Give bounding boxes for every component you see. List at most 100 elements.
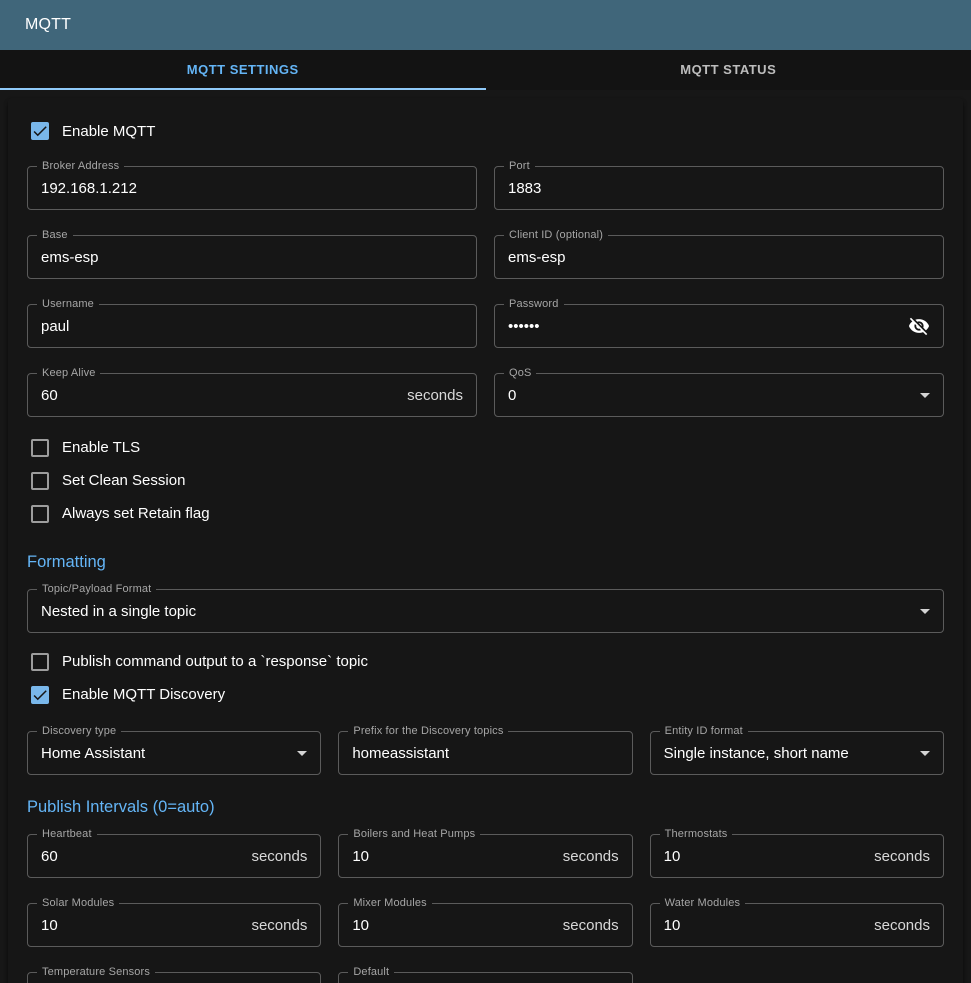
enable-mqtt-row[interactable]: Enable MQTT <box>27 116 944 146</box>
checkmark-icon <box>31 122 49 140</box>
clean-session-label: Set Clean Session <box>62 472 185 489</box>
broker-address-label: Broker Address <box>37 160 124 173</box>
water-label: Water Modules <box>660 897 746 910</box>
tab-mqtt-settings[interactable]: MQTT SETTINGS <box>0 50 486 90</box>
formatting-heading: Formatting <box>27 553 944 572</box>
username-input[interactable] <box>41 318 463 335</box>
heartbeat-unit: seconds <box>251 848 307 865</box>
username-field: Username <box>27 304 477 348</box>
dropdown-caret-icon <box>297 751 307 756</box>
base-label: Base <box>37 229 73 242</box>
heartbeat-label: Heartbeat <box>37 828 97 841</box>
keep-alive-unit: seconds <box>407 387 463 404</box>
boilers-unit: seconds <box>563 848 619 865</box>
keep-alive-label: Keep Alive <box>37 367 100 380</box>
keep-alive-input[interactable] <box>41 387 397 404</box>
enable-discovery-row[interactable]: Enable MQTT Discovery <box>27 678 944 711</box>
checkmark-icon <box>31 686 49 704</box>
mixer-input[interactable] <box>352 917 552 934</box>
keep-alive-field: Keep Alive seconds <box>27 373 477 417</box>
discovery-prefix-label: Prefix for the Discovery topics <box>348 725 508 738</box>
thermostats-field: Thermostats seconds <box>650 834 944 878</box>
boilers-label: Boilers and Heat Pumps <box>348 828 480 841</box>
clean-session-checkbox[interactable] <box>31 472 49 490</box>
tab-mqtt-settings-label: MQTT SETTINGS <box>187 62 299 77</box>
tab-mqtt-status-label: MQTT STATUS <box>680 62 776 77</box>
water-field: Water Modules seconds <box>650 903 944 947</box>
enable-tls-row[interactable]: Enable TLS <box>27 431 944 464</box>
thermostats-input[interactable] <box>664 848 864 865</box>
thermostats-label: Thermostats <box>660 828 733 841</box>
password-input[interactable] <box>508 318 900 335</box>
retain-flag-checkbox[interactable] <box>31 505 49 523</box>
page-title: MQTT <box>25 16 71 34</box>
client-id-input[interactable] <box>508 249 930 266</box>
password-field: Password <box>494 304 944 348</box>
mixer-unit: seconds <box>563 917 619 934</box>
base-field: Base <box>27 235 477 279</box>
mqtt-settings-panel: Enable MQTT Broker Address Port Base Cli… <box>8 98 963 983</box>
entity-format-label: Entity ID format <box>660 725 748 738</box>
qos-select[interactable]: QoS 0 <box>494 373 944 417</box>
grid-spacer <box>650 972 944 983</box>
clean-session-row[interactable]: Set Clean Session <box>27 464 944 497</box>
enable-discovery-label: Enable MQTT Discovery <box>62 686 225 703</box>
discovery-type-label: Discovery type <box>37 725 121 738</box>
discovery-prefix-input[interactable] <box>352 745 618 762</box>
broker-address-input[interactable] <box>41 180 463 197</box>
dropdown-caret-icon <box>920 751 930 756</box>
water-unit: seconds <box>874 917 930 934</box>
enable-mqtt-checkbox[interactable] <box>31 122 49 140</box>
appbar: MQTT <box>0 0 971 50</box>
topic-format-select[interactable]: Topic/Payload Format Nested in a single … <box>27 589 944 633</box>
boilers-input[interactable] <box>352 848 552 865</box>
enable-tls-checkbox[interactable] <box>31 439 49 457</box>
client-id-label: Client ID (optional) <box>504 229 608 242</box>
port-label: Port <box>504 160 535 173</box>
default-interval-field: Default seconds <box>338 972 632 983</box>
default-interval-label: Default <box>348 966 394 979</box>
tab-bar: MQTT SETTINGS MQTT STATUS <box>0 50 971 90</box>
mixer-field: Mixer Modules seconds <box>338 903 632 947</box>
dropdown-caret-icon <box>920 393 930 398</box>
entity-format-select[interactable]: Entity ID format Single instance, short … <box>650 731 944 775</box>
client-id-field: Client ID (optional) <box>494 235 944 279</box>
discovery-type-select[interactable]: Discovery type Home Assistant <box>27 731 321 775</box>
password-label: Password <box>504 298 564 311</box>
enable-mqtt-label: Enable MQTT <box>62 123 155 140</box>
solar-unit: seconds <box>251 917 307 934</box>
boilers-field: Boilers and Heat Pumps seconds <box>338 834 632 878</box>
water-input[interactable] <box>664 917 864 934</box>
retain-flag-row[interactable]: Always set Retain flag <box>27 497 944 530</box>
publish-response-checkbox[interactable] <box>31 653 49 671</box>
mixer-label: Mixer Modules <box>348 897 431 910</box>
heartbeat-field: Heartbeat seconds <box>27 834 321 878</box>
thermostats-unit: seconds <box>874 848 930 865</box>
topic-format-value: Nested in a single topic <box>41 603 912 620</box>
discovery-prefix-field: Prefix for the Discovery topics <box>338 731 632 775</box>
publish-response-label: Publish command output to a `response` t… <box>62 653 368 670</box>
tab-mqtt-status[interactable]: MQTT STATUS <box>486 50 971 90</box>
toggle-password-visibility-button[interactable] <box>908 315 930 337</box>
heartbeat-input[interactable] <box>41 848 241 865</box>
solar-input[interactable] <box>41 917 241 934</box>
visibility-off-icon <box>908 315 930 337</box>
solar-label: Solar Modules <box>37 897 119 910</box>
base-input[interactable] <box>41 249 463 266</box>
enable-discovery-checkbox[interactable] <box>31 686 49 704</box>
discovery-type-value: Home Assistant <box>41 745 289 762</box>
temperature-sensors-label: Temperature Sensors <box>37 966 155 979</box>
enable-tls-label: Enable TLS <box>62 439 140 456</box>
publish-response-row[interactable]: Publish command output to a `response` t… <box>27 645 944 678</box>
publish-intervals-heading: Publish Intervals (0=auto) <box>27 798 944 817</box>
qos-value: 0 <box>508 387 912 404</box>
username-label: Username <box>37 298 99 311</box>
port-input[interactable] <box>508 180 930 197</box>
solar-field: Solar Modules seconds <box>27 903 321 947</box>
retain-flag-label: Always set Retain flag <box>62 505 210 522</box>
dropdown-caret-icon <box>920 609 930 614</box>
broker-address-field: Broker Address <box>27 166 477 210</box>
port-field: Port <box>494 166 944 210</box>
qos-label: QoS <box>504 367 536 380</box>
temperature-sensors-field: Temperature Sensors seconds <box>27 972 321 983</box>
